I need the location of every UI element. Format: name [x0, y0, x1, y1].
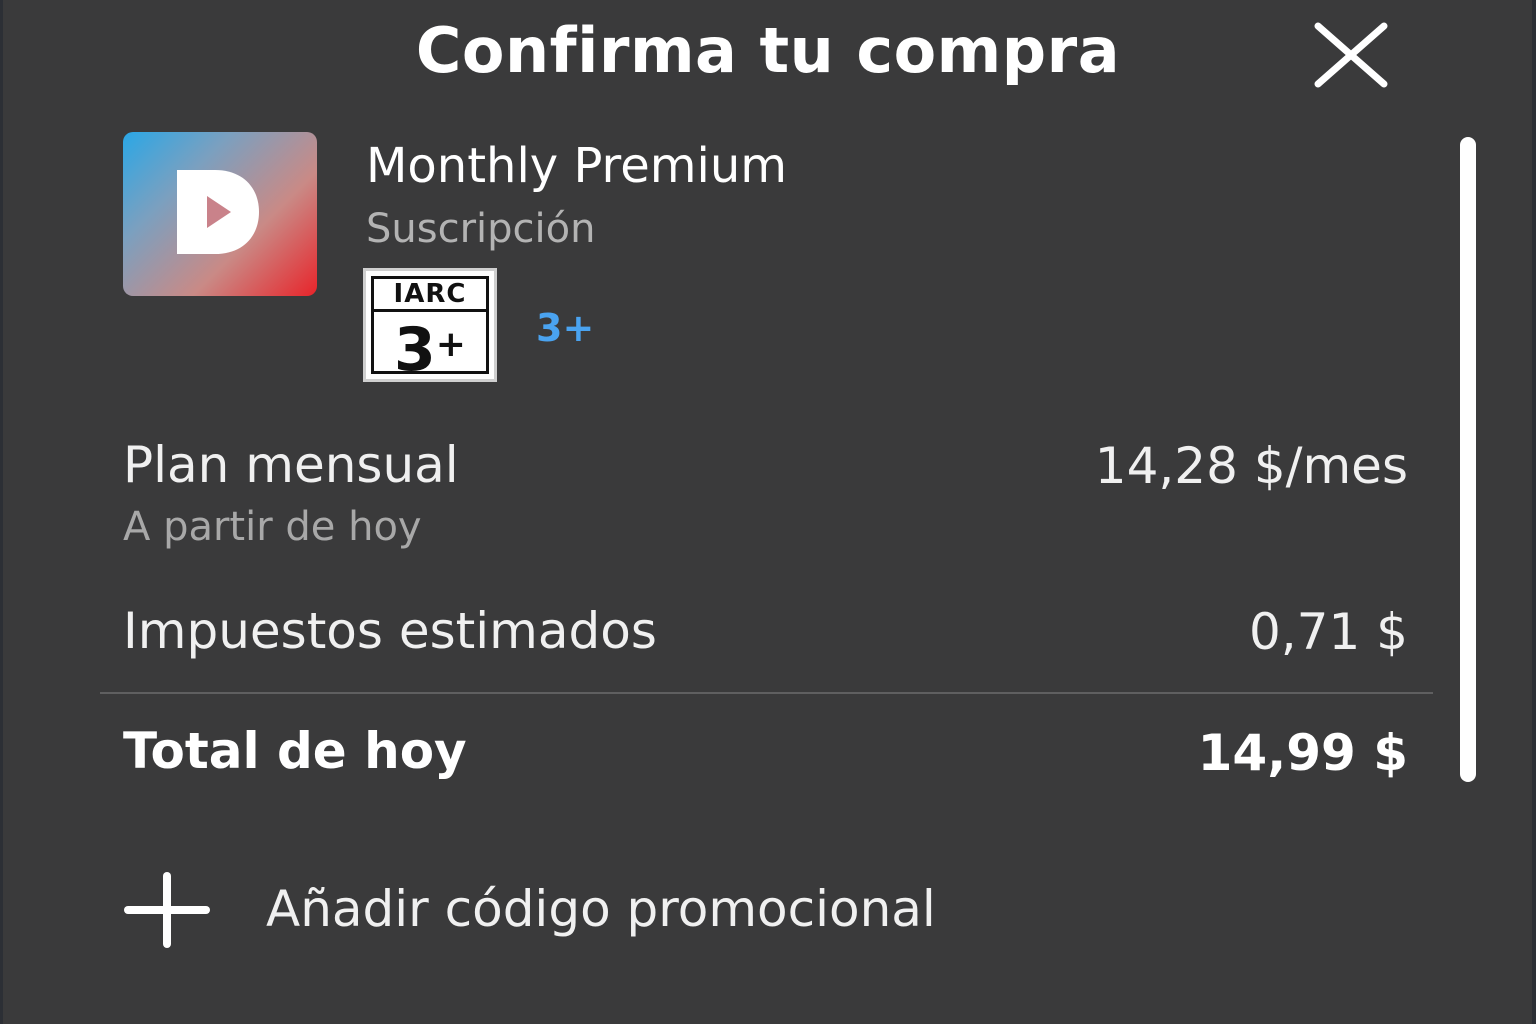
scrollbar[interactable] [1460, 137, 1476, 782]
age-rating-link[interactable]: 3+ [536, 306, 594, 350]
dialog-title: Confirma tu compra [415, 14, 1121, 87]
product-type: Suscripción [366, 206, 596, 252]
close-icon [1314, 22, 1388, 88]
window-edge-right [1532, 0, 1536, 1024]
tax-label: Impuestos estimados [123, 602, 657, 660]
app-logo-icon [123, 132, 317, 296]
add-promo-code-button[interactable]: Añadir código promocional [118, 866, 1038, 956]
total-divider [100, 692, 1433, 694]
total-amount: 14,99 $ [1197, 724, 1408, 782]
iarc-age: 3+ [394, 315, 466, 385]
total-label: Total de hoy [123, 722, 467, 780]
product-name: Monthly Premium [366, 138, 788, 194]
window-edge-left [0, 0, 3, 1024]
plus-icon [124, 872, 210, 948]
purchase-dialog: Confirma tu compra Monthly Premium Suscr… [0, 0, 1536, 1024]
close-button[interactable] [1310, 20, 1394, 90]
plan-label: Plan mensual [123, 436, 459, 494]
promo-code-label: Añadir código promocional [266, 880, 936, 938]
plan-price: 14,28 $/mes [1094, 437, 1408, 495]
plan-start-text: A partir de hoy [123, 504, 422, 550]
iarc-label: IARC [374, 279, 486, 312]
iarc-rating-badge: IARC 3+ [363, 268, 497, 385]
tax-amount: 0,71 $ [1248, 603, 1408, 661]
